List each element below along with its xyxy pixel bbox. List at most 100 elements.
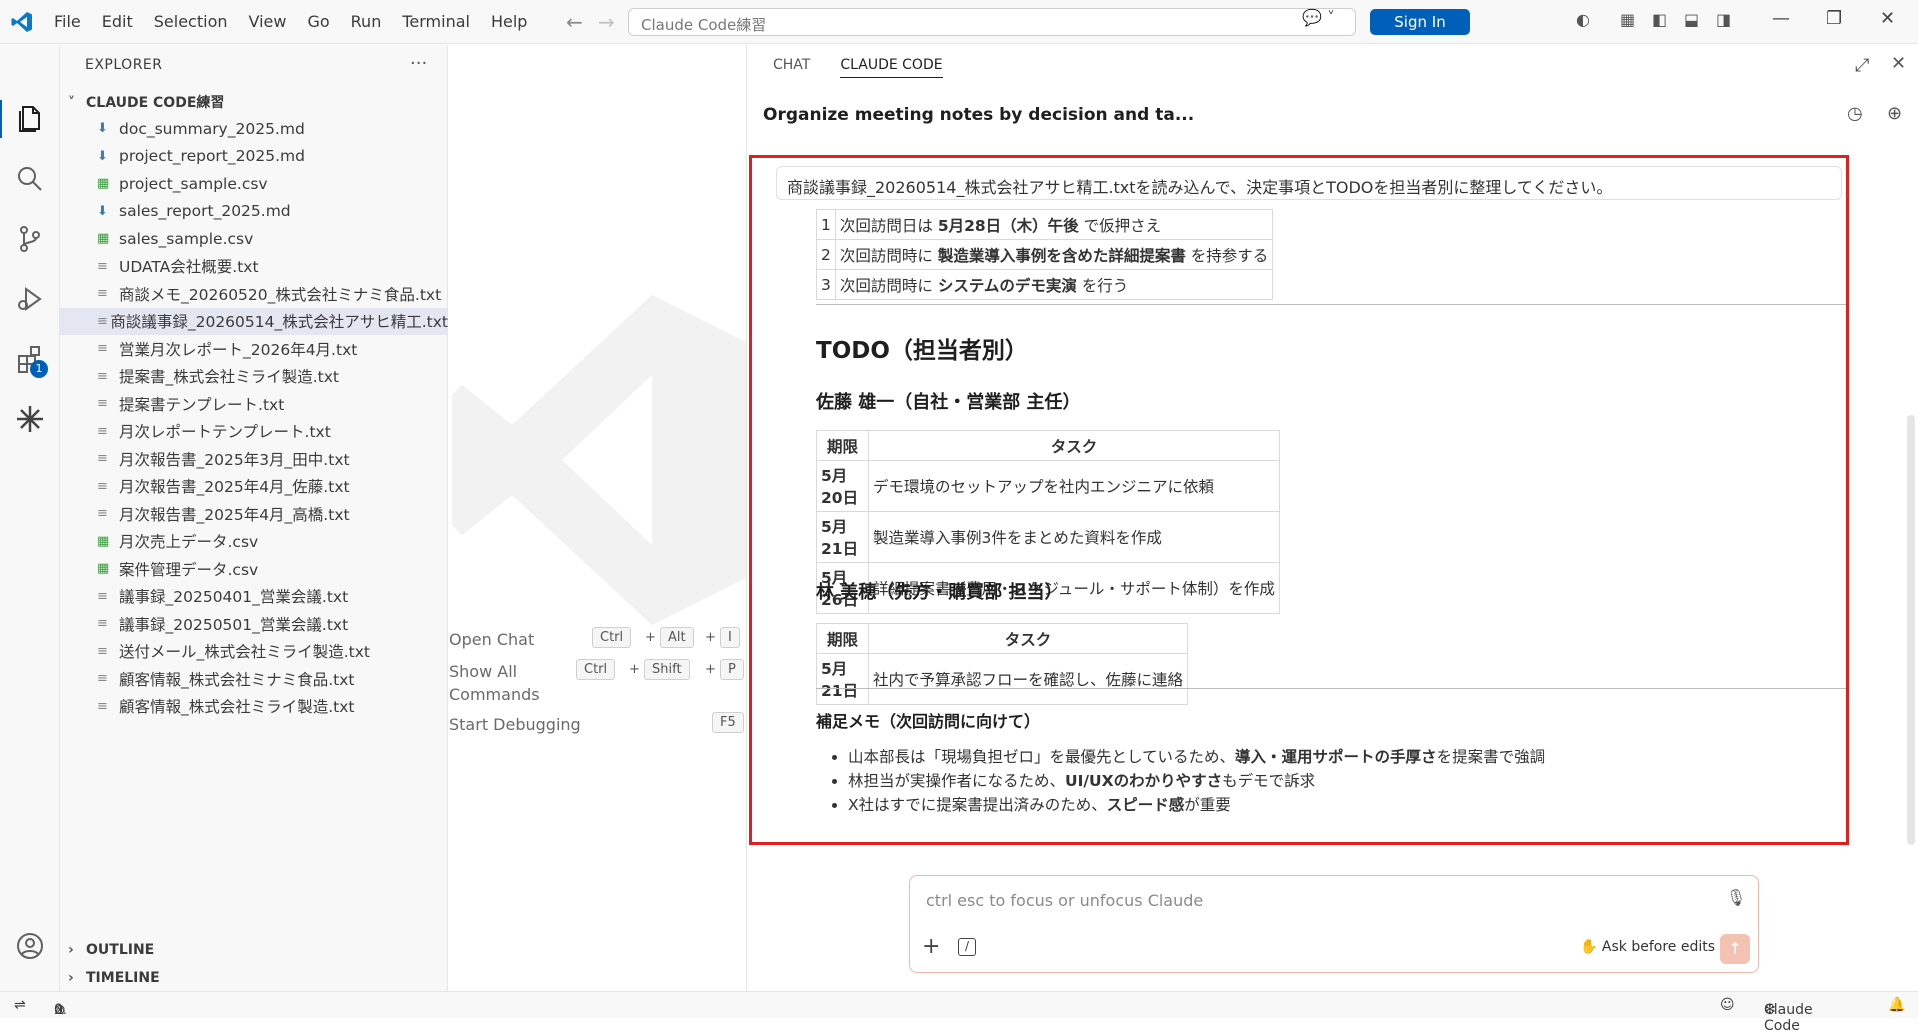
txt-file-icon: ≡ xyxy=(97,588,108,604)
menu-terminal[interactable]: Terminal xyxy=(402,12,470,31)
notifications-bell-icon[interactable]: 🔔 xyxy=(1888,997,1905,1013)
menu-file[interactable]: File xyxy=(54,12,81,31)
text: 次回訪問時に xyxy=(839,246,938,265)
task-header: タスク xyxy=(867,623,1189,654)
send-button[interactable]: ↑ xyxy=(1720,934,1750,964)
title-bar: File Edit Selection View Go Run Terminal… xyxy=(0,0,1918,44)
text: X社はすでに提案書提出済みのため、 xyxy=(848,796,1107,814)
back-arrow-icon[interactable]: ← xyxy=(566,10,583,34)
file-item[interactable]: ≡ 議事録_20250401_営業会議.txt xyxy=(60,583,448,611)
row-number: 1 xyxy=(816,209,836,240)
scrollbar[interactable] xyxy=(1907,415,1915,845)
file-item[interactable]: ▦ 月次売上データ.csv xyxy=(60,528,448,556)
md-file-icon: ⬇ xyxy=(97,148,108,164)
vscode-logo-icon xyxy=(11,12,32,32)
list-item: 林担当が実操作者になるため、UI/UXのわかりやすさもデモで訴求 xyxy=(848,769,1545,793)
microphone-icon[interactable]: 🎙 xyxy=(1726,888,1746,907)
deadline-cell: 5月20日 xyxy=(816,460,869,512)
txt-file-icon: ≡ xyxy=(97,671,108,687)
tab-chat[interactable]: CHAT xyxy=(773,57,810,78)
file-item[interactable]: ▦ sales_sample.csv xyxy=(60,225,448,253)
txt-file-icon: ≡ xyxy=(97,616,108,632)
menu-run[interactable]: Run xyxy=(351,12,382,31)
text: 山本部長は「現場負担ゼロ」を最優先としているため、 xyxy=(848,748,1236,766)
file-item[interactable]: ▦ 案件管理データ.csv xyxy=(60,555,448,583)
file-item[interactable]: ≡ 月次報告書_2025年4月_高橋.txt xyxy=(60,500,448,528)
search-icon[interactable] xyxy=(14,163,46,195)
file-item[interactable]: ≡ 顧客情報_株式会社ミライ製造.txt xyxy=(60,693,448,721)
outline-section[interactable]: › OUTLINE xyxy=(68,942,154,958)
file-item[interactable]: ≡ UDATA会社概要.txt xyxy=(60,253,448,281)
tab-claude-code[interactable]: CLAUDE CODE xyxy=(840,57,943,78)
file-item[interactable]: ⬇ project_report_2025.md xyxy=(60,143,448,171)
file-item[interactable]: ≡ 月次レポートテンプレート.txt xyxy=(60,418,448,446)
file-item[interactable]: ≡ 営業月次レポート_2026年4月.txt xyxy=(60,335,448,363)
file-name: 提案書_株式会社ミライ製造.txt xyxy=(119,368,340,387)
edit-mode-selector[interactable]: ✋ Ask before edits xyxy=(1580,939,1715,955)
menu-go[interactable]: Go xyxy=(307,12,329,31)
panel-close-icon[interactable]: ✕ xyxy=(1891,53,1906,74)
maximize-icon[interactable]: ⤢ xyxy=(1855,55,1869,76)
todo-heading: TODO（担当者別） xyxy=(816,338,1028,364)
copilot-status-icon[interactable]: ☺ xyxy=(1720,997,1735,1013)
command-center-search[interactable]: Claude Code練習 xyxy=(628,8,1356,36)
conversation-title: Organize meeting notes by decision and t… xyxy=(763,105,1195,125)
file-item[interactable]: ≡ 送付メール_株式会社ミライ製造.txt xyxy=(60,638,448,666)
toggle-sidebar-icon[interactable]: ◧ xyxy=(1652,10,1667,29)
divider xyxy=(816,304,1846,305)
file-item[interactable]: ▦ project_sample.csv xyxy=(60,170,448,198)
txt-file-icon: ≡ xyxy=(97,286,108,302)
menu-help[interactable]: Help xyxy=(491,12,527,31)
text: を行う xyxy=(1076,276,1129,295)
menu-selection[interactable]: Selection xyxy=(154,12,228,31)
claude-icon[interactable] xyxy=(14,403,46,435)
sign-in-button[interactable]: Sign In xyxy=(1370,9,1470,35)
file-name: sales_report_2025.md xyxy=(119,202,291,221)
forward-arrow-icon[interactable]: → xyxy=(598,10,615,34)
file-name: 議事録_20250501_営業会議.txt xyxy=(119,615,349,634)
chevron-right-icon: › xyxy=(68,942,74,958)
menu-view[interactable]: View xyxy=(249,12,287,31)
run-debug-icon[interactable] xyxy=(14,283,46,315)
shortcut-key: Alt xyxy=(660,627,694,648)
workspace-folder[interactable]: ˅ CLAUDE CODE練習 xyxy=(68,92,224,112)
file-item[interactable]: ≡ 議事録_20250501_営業会議.txt xyxy=(60,610,448,638)
file-item[interactable]: ≡ 商談メモ_20260520_株式会社ミナミ食品.txt xyxy=(60,280,448,308)
restore-icon[interactable]: ❐ xyxy=(1826,8,1842,29)
more-actions-icon[interactable]: ··· xyxy=(410,53,427,74)
customize-layout-icon[interactable]: ▦ xyxy=(1620,10,1635,29)
prompt-input[interactable]: ctrl esc to focus or unfocus Claude xyxy=(926,891,1203,910)
file-item[interactable]: ≡ 商談議事録_20260514_株式会社アサヒ精工.txt xyxy=(60,307,448,335)
menu-edit[interactable]: Edit xyxy=(102,12,133,31)
shortcut-key: Ctrl xyxy=(576,659,616,680)
file-item[interactable]: ⬇ doc_summary_2025.md xyxy=(60,115,448,143)
slash-command-icon[interactable]: / xyxy=(958,938,976,956)
source-control-icon[interactable] xyxy=(14,223,46,255)
copilot-icon[interactable]: ◐ xyxy=(1576,10,1590,29)
file-item[interactable]: ≡ 月次報告書_2025年3月_田中.txt xyxy=(60,445,448,473)
file-item[interactable]: ≡ 提案書_株式会社ミライ製造.txt xyxy=(60,363,448,391)
timeline-section[interactable]: › TIMELINE xyxy=(68,970,160,986)
file-item[interactable]: ≡ 提案書テンプレート.txt xyxy=(60,390,448,418)
task-cell: 社内で予算承認フローを確認し、佐藤に連絡 xyxy=(867,653,1189,705)
remote-icon[interactable]: ⇌ xyxy=(14,997,26,1013)
account-icon[interactable] xyxy=(14,930,46,962)
history-icon[interactable]: ◷ xyxy=(1847,103,1863,124)
vscode-watermark-icon xyxy=(452,295,752,625)
toggle-panel-icon[interactable]: ⬓ xyxy=(1684,10,1699,29)
explorer-icon[interactable] xyxy=(14,103,46,135)
file-item[interactable]: ⬇ sales_report_2025.md xyxy=(60,198,448,226)
new-chat-icon[interactable]: ⊕ xyxy=(1887,103,1902,124)
add-attachment-icon[interactable]: + xyxy=(922,934,940,959)
file-item[interactable]: ≡ 月次報告書_2025年4月_佐藤.txt xyxy=(60,473,448,501)
csv-file-icon: ▦ xyxy=(97,231,110,247)
prompt-input-box[interactable]: ctrl esc to focus or unfocus Claude 🎙 + … xyxy=(909,875,1759,973)
toggle-secondary-sidebar-icon[interactable]: ◨ xyxy=(1716,10,1731,29)
file-item[interactable]: ≡ 顧客情報_株式会社ミナミ食品.txt xyxy=(60,665,448,693)
minimize-icon[interactable]: — xyxy=(1772,8,1790,29)
close-icon[interactable]: ✕ xyxy=(1880,8,1895,29)
decisions-table: 1 次回訪問日は 5月28日（木）午後 で仮押さえ 2 次回訪問時に 製造業導入事例を… xyxy=(816,209,1274,300)
copilot-chat-icon[interactable]: 💬 ˅ xyxy=(1302,8,1362,36)
task-header: タスク xyxy=(868,430,1280,461)
bold-text: 5月28日（木）午後 xyxy=(937,216,1079,235)
